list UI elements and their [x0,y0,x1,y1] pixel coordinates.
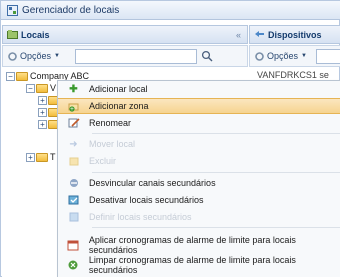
search-icon[interactable] [201,50,213,64]
devices-options-button[interactable]: Opções ▼ [254,51,307,62]
delete-icon [67,155,80,168]
devices-panel-title: Dispositivos [268,29,322,40]
device-tree-item-label: VANFDRKCS1 se [257,70,329,80]
menu-separator [92,133,340,134]
tree-node-child-label: V [50,83,57,93]
locations-options-button[interactable]: Opções ▼ [7,51,60,62]
collapse-panel-button[interactable]: « [236,30,241,40]
devices-toolbar: Opções ▼ [249,45,340,67]
chevron-down-icon: ▼ [54,53,60,59]
expand-toggle-icon[interactable]: + [26,152,35,162]
menu-item-label: Renomear [89,118,132,128]
clear-schedule-icon [67,259,80,272]
unlink-icon [67,177,80,190]
folder-icon [36,152,48,162]
menu-item-clear-alarm-schedules[interactable]: Limpar cronogramas de alarme de limite p… [58,255,340,275]
location-manager-icon [7,4,18,16]
devices-icon [254,29,265,40]
move-icon: ➜ [69,138,78,150]
rename-icon [67,117,80,130]
menu-item-label: Desativar locais secundários [89,195,204,205]
locations-toolbar: Opções ▼ [2,45,248,67]
menu-item-add-location[interactable]: ✚ Adicionar local [58,81,340,97]
deactivate-icon [67,194,80,207]
folder-icon [16,71,28,81]
window-title: Gerenciador de locais [22,4,120,16]
locations-search-input[interactable] [75,49,197,64]
devices-search-input[interactable] [316,49,340,64]
menu-item-unlink-channels[interactable]: Desvincular canais secundários [58,175,340,191]
tree-node-child-label: T [50,152,56,162]
menu-separator [92,227,340,228]
schedule-icon [67,239,80,252]
menu-item-label: Aplicar cronogramas de alarme de limite … [88,235,296,255]
expand-toggle-icon[interactable]: + [38,107,47,117]
menu-item-move[interactable]: ➜ Mover local [58,136,340,152]
location-manager-window: Gerenciador de locais Locais « Dispositi… [0,0,340,277]
collapse-toggle-icon[interactable]: − [26,83,35,93]
define-icon [67,211,80,224]
locations-panel-title: Locais [21,29,50,40]
expand-toggle-icon[interactable]: + [38,95,47,105]
menu-item-add-zone[interactable]: + Adicionar zona [58,98,340,114]
options-label: Opções [267,51,299,61]
menu-item-delete[interactable]: Excluir [58,153,340,169]
chevron-down-icon: ▼ [301,53,307,59]
context-menu: ✚ Adicionar local + Adicionar zona Renom… [57,80,340,277]
menu-item-label: Adicionar local [89,84,148,94]
menu-item-label: Mover local [89,139,136,149]
tree-node-child[interactable]: + T [26,151,56,163]
devices-panel-header: Dispositivos [249,25,340,44]
title-bar: Gerenciador de locais [1,1,340,20]
menu-item-rename[interactable]: Renomear [58,115,340,131]
folder-icon [36,83,48,93]
menu-item-deactivate-children[interactable]: Desativar locais secundários [58,192,340,208]
menu-item-apply-alarm-schedules[interactable]: Aplicar cronogramas de alarme de limite … [58,235,340,255]
menu-item-label: Adicionar zona [89,101,149,111]
collapse-toggle-icon[interactable]: − [6,71,15,81]
svg-text:+: + [69,107,73,112]
menu-item-label: Desvincular canais secundários [89,178,216,188]
menu-item-label: Definir locais secundários [89,212,192,222]
options-icon [254,51,265,62]
options-label: Opções [20,51,52,61]
add-zone-icon: + [67,100,80,113]
add-location-icon: ✚ [69,83,78,95]
locations-icon [7,29,18,40]
menu-item-label: Excluir [89,156,117,166]
locations-panel-header: Locais « [2,25,248,44]
tree-node-child[interactable]: − V [26,82,56,94]
expand-toggle-icon[interactable]: + [38,119,47,129]
menu-separator [92,172,340,173]
options-icon [7,51,18,62]
menu-item-define-children[interactable]: Definir locais secundários [58,209,340,225]
menu-item-label: Limpar cronogramas de alarme de limite p… [88,255,296,275]
